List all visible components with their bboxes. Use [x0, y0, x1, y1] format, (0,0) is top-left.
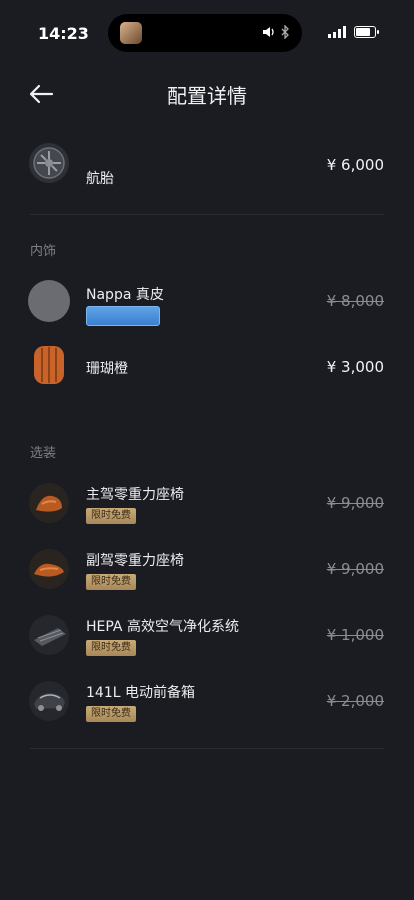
- list-item: 主驾零重力座椅 限时免费 ¥ 9,000: [0, 482, 414, 538]
- item-price: ¥ 9,000: [326, 560, 384, 578]
- passenger-seat-thumbnail: [29, 549, 69, 589]
- divider: [30, 214, 384, 215]
- divider: [30, 748, 384, 749]
- list-item: Nappa 真皮 ¥ 8,000: [0, 280, 414, 336]
- hepa-filter-thumbnail: [29, 615, 69, 655]
- item-name: 141L 电动前备箱: [86, 685, 195, 701]
- now-playing-artwork: [120, 22, 142, 44]
- item-name: HEPA 高效空气净化系统: [86, 619, 239, 635]
- free-badge: 限时免费: [86, 640, 136, 656]
- free-badge: 限时免费: [86, 706, 136, 722]
- item-price: ¥ 3,000: [326, 358, 384, 376]
- item-name: Nappa 真皮: [86, 287, 164, 303]
- list-item: 141L 电动前备箱 限时免费 ¥ 2,000: [0, 680, 414, 736]
- list-item: HEPA 高效空气净化系统 限时免费 ¥ 1,000: [0, 614, 414, 670]
- tire-thumbnail: [29, 143, 69, 183]
- leather-swatch: [28, 280, 70, 322]
- signal-icon: [328, 26, 346, 38]
- item-price: ¥ 2,000: [326, 692, 384, 710]
- config-detail-screen: 14:23 配置详情 航胎 ¥ 6,000 内饰 Nappa 真皮 ¥ 8,00…: [0, 0, 414, 900]
- speaker-icon: [263, 27, 274, 37]
- item-price: ¥ 9,000: [326, 494, 384, 512]
- item-name: 珊瑚橙: [86, 361, 128, 377]
- status-bar: 14:23: [0, 0, 414, 64]
- item-price: ¥ 1,000: [326, 626, 384, 644]
- item-name: 副驾零重力座椅: [86, 553, 184, 569]
- frunk-thumbnail: [29, 681, 69, 721]
- free-badge: 限时免费: [86, 508, 136, 524]
- list-item: 珊瑚橙 ¥ 3,000: [0, 344, 414, 400]
- color-chip: [86, 306, 160, 326]
- page-title: 配置详情: [167, 84, 247, 108]
- coral-orange-swatch: [34, 346, 64, 384]
- item-price: ¥ 6,000: [326, 156, 384, 174]
- header: 配置详情: [0, 72, 414, 116]
- dynamic-island[interactable]: [108, 14, 302, 52]
- item-price: ¥ 8,000: [326, 292, 384, 310]
- driver-seat-thumbnail: [29, 483, 69, 523]
- section-label-interior: 内饰: [30, 244, 57, 259]
- free-badge: 限时免费: [86, 574, 136, 590]
- bluetooth-icon: [281, 25, 289, 39]
- battery-icon: [354, 26, 379, 38]
- list-item: 航胎 ¥ 6,000: [0, 142, 414, 198]
- section-label-options: 选装: [30, 446, 57, 461]
- status-time: 14:23: [38, 24, 89, 43]
- list-item: 副驾零重力座椅 限时免费 ¥ 9,000: [0, 548, 414, 604]
- item-name: 主驾零重力座椅: [86, 487, 184, 503]
- item-name: 航胎: [86, 171, 114, 187]
